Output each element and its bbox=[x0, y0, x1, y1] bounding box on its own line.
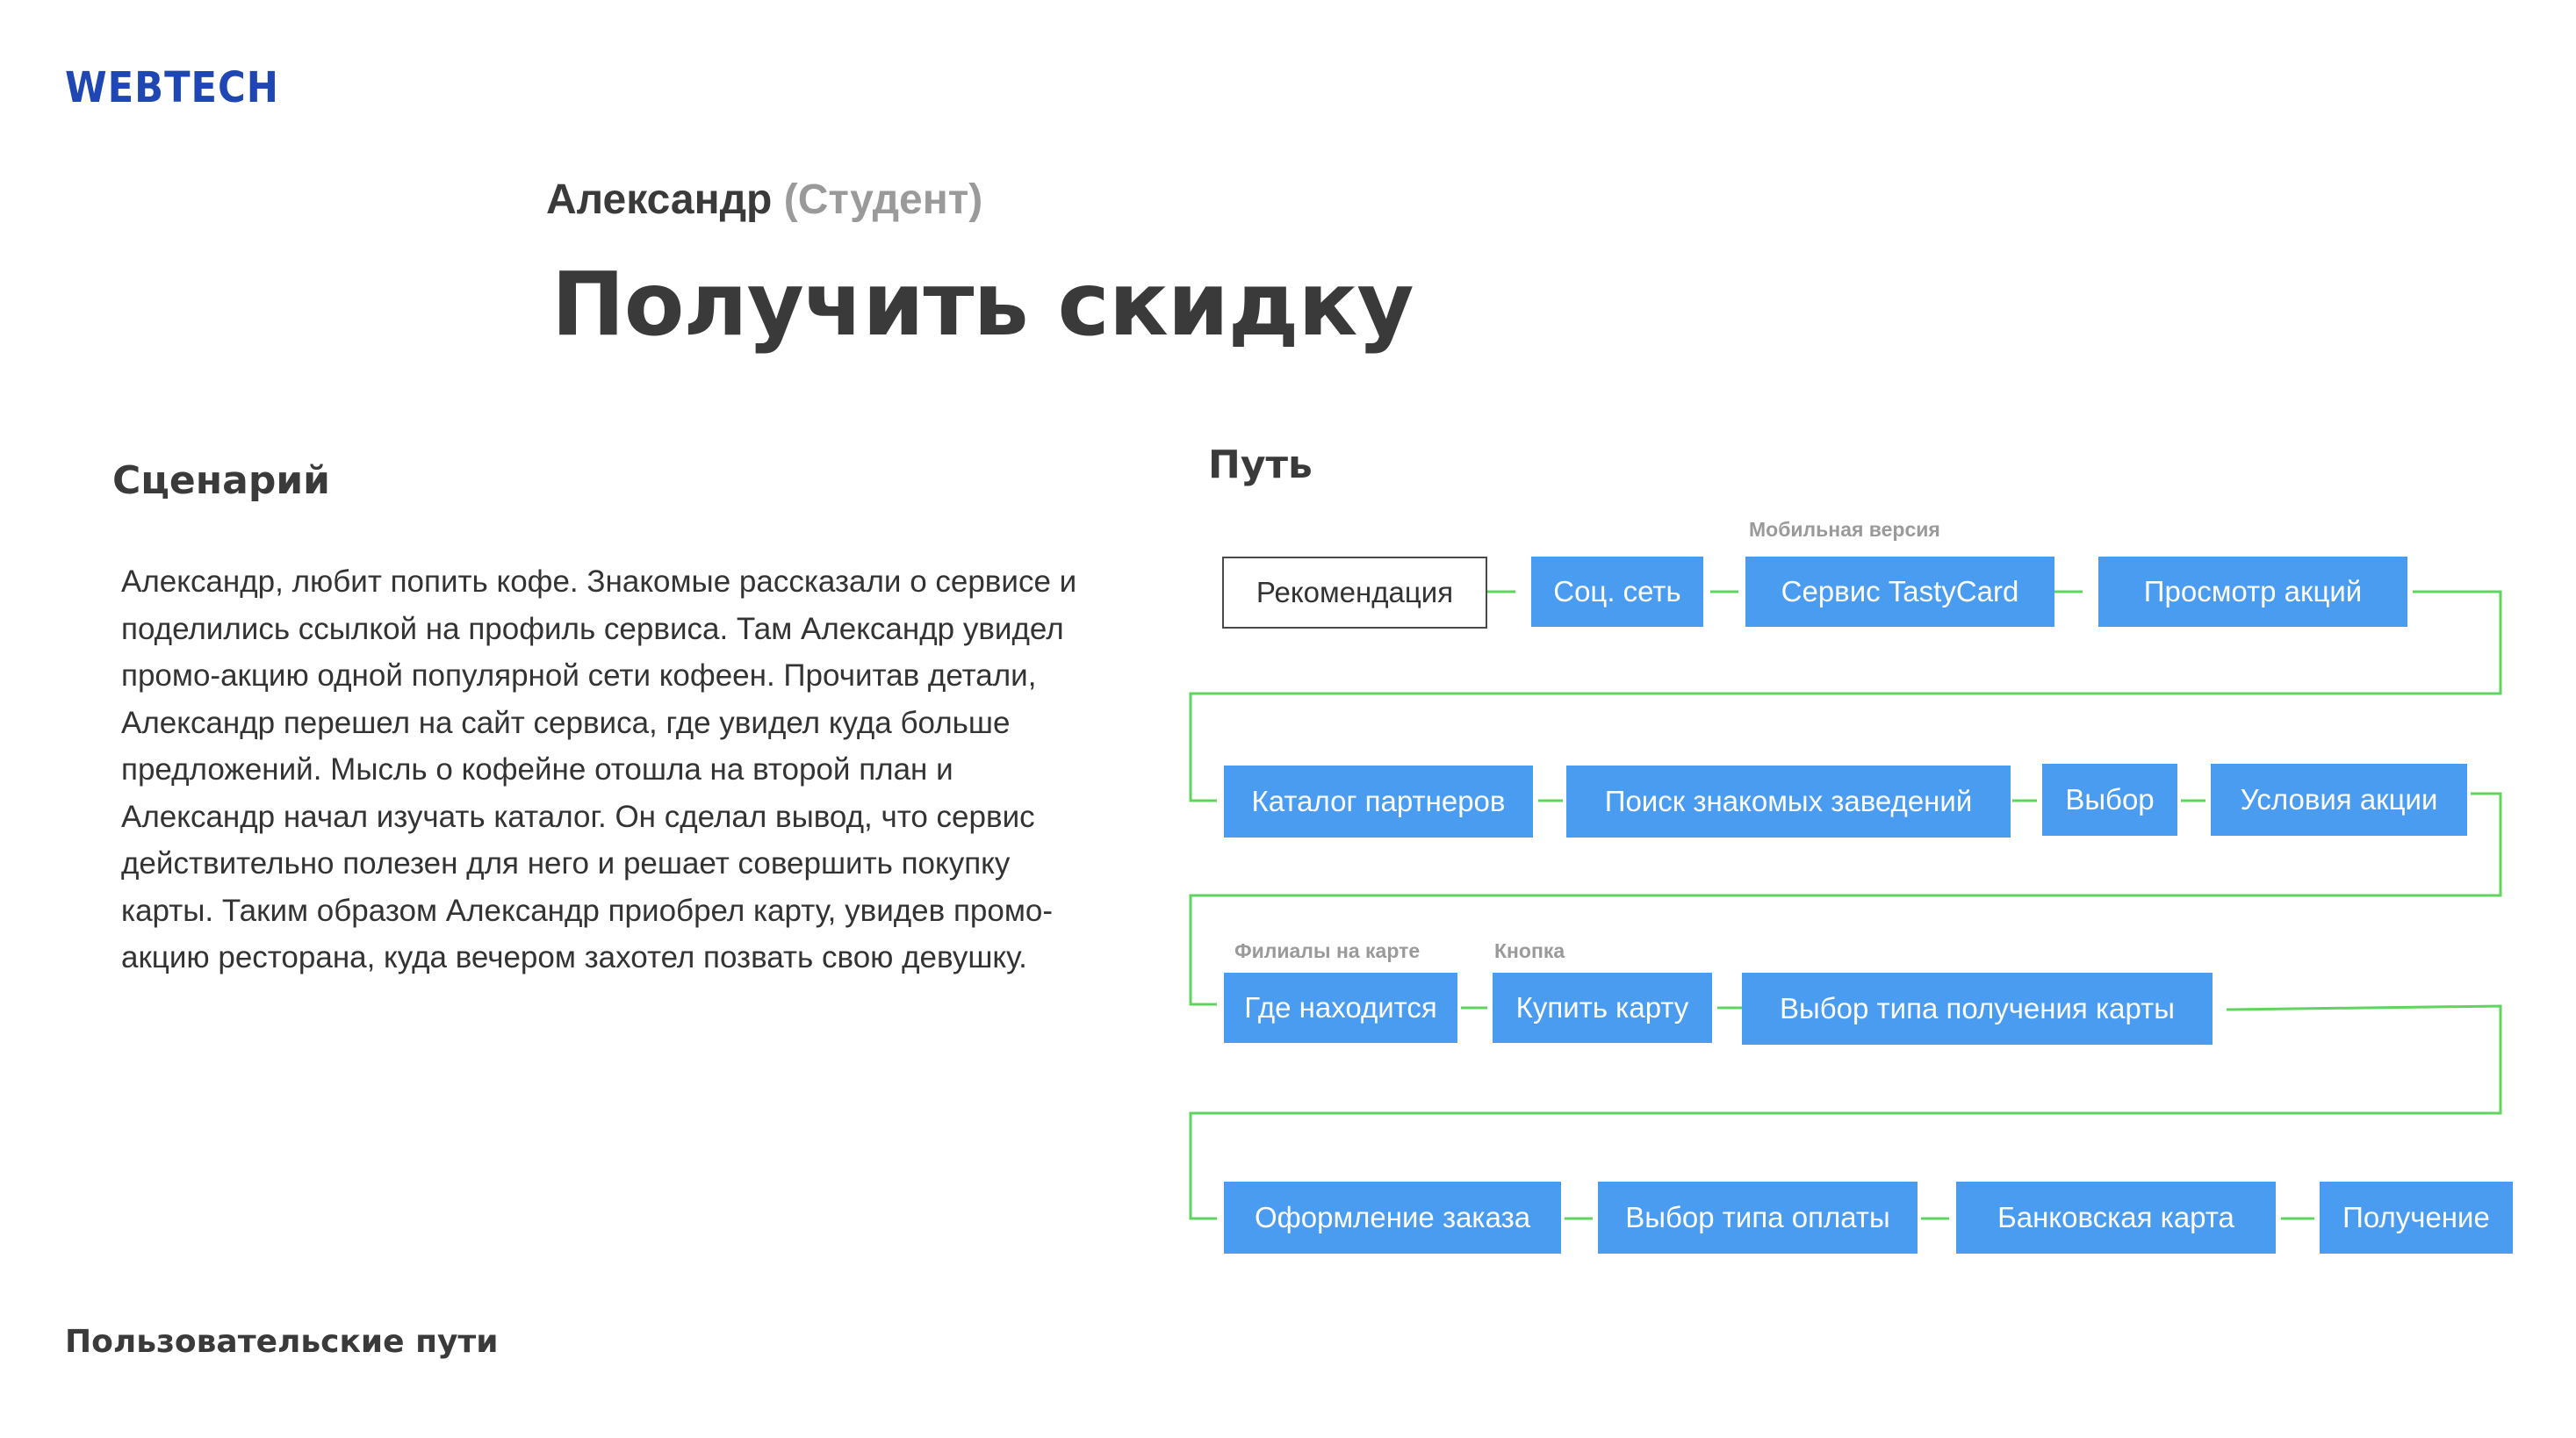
path-node-promo-terms: Условия акции bbox=[2211, 764, 2467, 836]
note-branches-on-map: Филиалы на карте bbox=[1234, 939, 1421, 962]
path-node-tastycard-service: Сервис TastyCard bbox=[1745, 557, 2054, 627]
path-node-location: Где находится bbox=[1224, 973, 1457, 1043]
footer-label: Пользовательские пути bbox=[65, 1324, 499, 1360]
path-node-buy-card: Купить карту bbox=[1493, 973, 1712, 1043]
path-node-card-delivery-type: Выбор типа получения карты bbox=[1742, 973, 2213, 1045]
path-node-social-network: Соц. сеть bbox=[1531, 557, 1703, 627]
path-node-receipt: Получение bbox=[2320, 1182, 2513, 1254]
path-node-choice: Выбор bbox=[2042, 764, 2177, 836]
note-mobile-version: Мобильная версия bbox=[1749, 518, 1940, 541]
path-node-partner-catalog: Каталог партнеров bbox=[1224, 766, 1533, 838]
path-node-payment-type: Выбор типа оплаты bbox=[1598, 1182, 1918, 1254]
path-node-view-promotions: Просмотр акций bbox=[2098, 557, 2407, 627]
note-button: Кнопка bbox=[1494, 939, 1565, 962]
path-node-checkout: Оформление заказа bbox=[1224, 1182, 1561, 1254]
path-node-search-venues: Поиск знакомых заведений bbox=[1566, 766, 2011, 838]
path-node-recommendation: Рекомендация bbox=[1222, 557, 1487, 629]
path-node-bank-card: Банковская карта bbox=[1956, 1182, 2276, 1254]
